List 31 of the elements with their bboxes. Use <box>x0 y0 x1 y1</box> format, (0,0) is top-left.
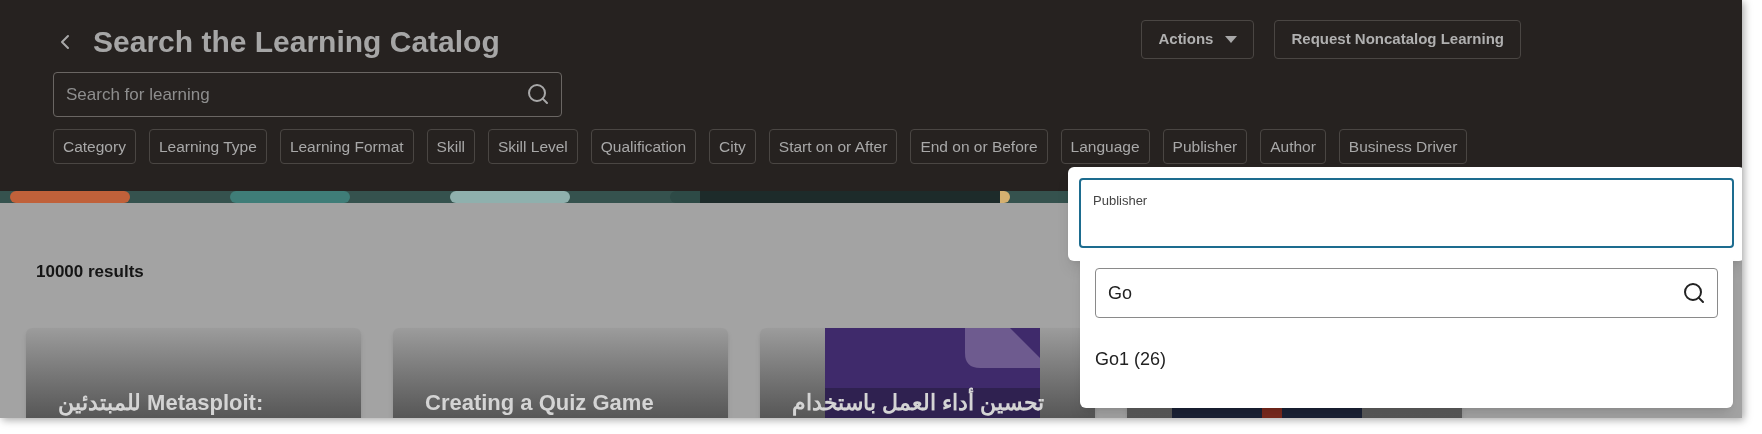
publisher-field[interactable]: Publisher <box>1079 178 1734 248</box>
actions-menu-button[interactable]: Actions <box>1141 20 1255 59</box>
filter-chip[interactable]: Publisher <box>1162 129 1248 164</box>
course-card[interactable]: تحسين أداء العمل باستخدام <box>760 327 1095 418</box>
filter-chip[interactable]: Category <box>53 129 136 164</box>
filter-chip[interactable]: Start on or After <box>768 129 898 164</box>
search-icon[interactable] <box>526 82 550 106</box>
filter-chip[interactable]: Learning Format <box>279 129 414 164</box>
filter-chip[interactable]: Skill Level <box>488 129 578 164</box>
course-card[interactable]: Creating a Quiz Game <box>393 327 728 418</box>
filter-chip[interactable]: Qualification <box>590 129 697 164</box>
course-card[interactable]: للمبتدئين Metasploit: <box>26 327 361 418</box>
search-icon[interactable] <box>1682 281 1706 305</box>
filter-chip[interactable]: Author <box>1260 129 1326 164</box>
caret-icon <box>1225 36 1238 43</box>
publisher-search-field[interactable]: Go <box>1095 268 1718 318</box>
filter-chip[interactable]: Learning Type <box>148 129 267 164</box>
filter-chip[interactable]: City <box>709 129 756 164</box>
filter-chip[interactable]: Business Driver <box>1338 129 1468 164</box>
course-title: للمبتدئين Metasploit: <box>58 388 264 417</box>
course-title: تحسين أداء العمل باستخدام <box>792 388 1045 417</box>
course-title: Creating a Quiz Game <box>425 388 654 417</box>
filter-chip[interactable]: End on or Before <box>910 129 1048 164</box>
dropdown-option[interactable]: Go1 (26) <box>1095 346 1718 373</box>
filter-chip[interactable]: Language <box>1060 129 1150 164</box>
page-title: Search the Learning Catalog <box>93 24 500 60</box>
search-field[interactable]: Search for learning <box>53 72 562 117</box>
results-count: 10000 results <box>36 261 145 283</box>
filter-chip[interactable]: Skill <box>426 129 476 164</box>
field-label: Publisher <box>1093 193 1148 208</box>
request-button[interactable]: Request Noncatalog Learning <box>1274 20 1521 59</box>
